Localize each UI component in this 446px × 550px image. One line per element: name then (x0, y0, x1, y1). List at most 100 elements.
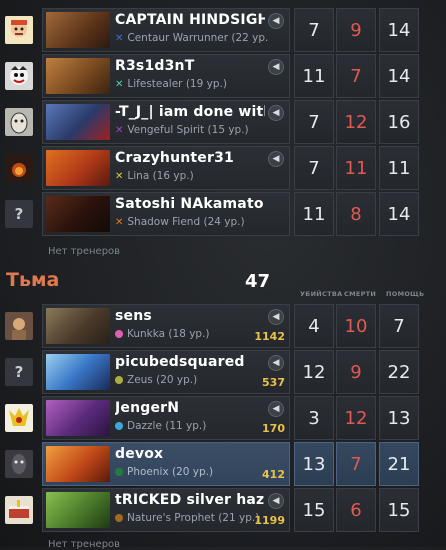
player-avatar[interactable] (5, 108, 33, 136)
player-avatar[interactable] (5, 496, 33, 524)
player-name[interactable]: Satoshi NAkamato (115, 196, 265, 212)
kills-cell: 7 (294, 146, 334, 190)
hero-portrait (46, 354, 110, 390)
top-team-player-row[interactable]: Crazyhunter31 ✕ Lina (16 ур.) ◀ 7 11 11 (0, 146, 446, 190)
assists-header: ПОМОЩЬ (386, 290, 425, 298)
player-card[interactable]: Satoshi NAkamato ✕ Shadow Fiend (24 ур.) (42, 192, 290, 236)
deaths-header: СМЕРТИ (344, 290, 377, 298)
speaker-icon[interactable]: ◀ (268, 355, 284, 371)
no-coaches-label: Нет тренеров (48, 246, 121, 257)
speaker-icon[interactable]: ◀ (268, 151, 284, 167)
top-team-player-row[interactable]: -T_J_| iam done with t ✕Vengeful Spirit … (0, 100, 446, 144)
player-name[interactable]: picubedsquared (115, 354, 265, 370)
player-name[interactable]: sens (115, 308, 265, 324)
hero-info: Dazzle (11 ур.) (115, 420, 206, 432)
player-card[interactable]: picubedsquared Zeus (20 ур.) ◀ 537 (42, 350, 290, 394)
gold-amount: 537 (262, 376, 285, 389)
kills-cell: 7 (294, 8, 334, 52)
player-name[interactable]: Crazyhunter31 (115, 150, 265, 166)
deaths-cell: 12 (336, 100, 376, 144)
hero-name: Shadow Fiend (24 ур.) (127, 216, 245, 228)
speaker-icon[interactable]: ◀ (268, 493, 284, 509)
player-card[interactable]: devox Phoenix (20 ур.) 412 (42, 442, 290, 486)
hero-name: Lifestealer (19 ур.) (127, 78, 227, 90)
hero-name: Phoenix (20 ур.) (127, 466, 214, 478)
bottom-team-player-row[interactable]: sens Kunkka (18 ур.) ◀ 1142 4 10 7 (0, 304, 446, 348)
team-color-icon: ✕ (115, 125, 124, 136)
hero-portrait (46, 150, 110, 186)
team-color-icon (115, 376, 123, 384)
assists-cell: 11 (379, 146, 419, 190)
hero-portrait (46, 12, 110, 48)
hero-info: ✕ Lifestealer (19 ур.) (115, 78, 227, 90)
bottom-team-player-row[interactable]: JengerN Dazzle (11 ур.) ◀ 170 3 12 13 (0, 396, 446, 440)
deaths-cell: 12 (336, 396, 376, 440)
player-avatar[interactable] (5, 154, 33, 182)
kills-cell: 4 (294, 304, 334, 348)
bottom-team-player-row[interactable]: tRICKED silver haze Nature's Prophet (21… (0, 488, 446, 532)
player-avatar[interactable] (5, 404, 33, 432)
bottom-team-player-row[interactable]: ? picubedsquared Zeus (20 ур.) ◀ 537 12 … (0, 350, 446, 394)
deaths-cell: 7 (336, 442, 376, 486)
hero-name: Vengeful Spirit (15 ур.) (127, 124, 249, 136)
speaker-icon[interactable]: ◀ (268, 309, 284, 325)
player-avatar[interactable] (5, 16, 33, 44)
team-color-icon (115, 422, 123, 430)
player-avatar[interactable] (5, 312, 33, 340)
player-name[interactable]: devox (115, 446, 265, 462)
top-team-player-row[interactable]: CAPTAIN HINDSIGHT ✕ Centaur Warrunner (22… (0, 8, 446, 52)
speaker-icon[interactable]: ◀ (268, 59, 284, 75)
player-name[interactable]: CAPTAIN HINDSIGHT (115, 12, 265, 28)
hero-name: Nature's Prophet (21 ур.) (127, 512, 260, 524)
hero-name: Lina (16 ур.) (127, 170, 194, 182)
assists-cell: 15 (379, 488, 419, 532)
team-color-icon (115, 468, 123, 476)
player-name[interactable]: -T_J_| iam done with t (115, 104, 265, 120)
player-card[interactable]: R3s1d3nT ✕ Lifestealer (19 ур.) ◀ (42, 54, 290, 98)
bottom-team-player-row-self[interactable]: devox Phoenix (20 ур.) 412 13 7 21 (0, 442, 446, 486)
kills-cell: 3 (294, 396, 334, 440)
team-color-icon: ✕ (115, 171, 124, 182)
hero-info: Zeus (20 ур.) (115, 374, 197, 386)
gold-amount: 1142 (254, 330, 285, 343)
gold-amount: 412 (262, 468, 285, 481)
player-card[interactable]: JengerN Dazzle (11 ур.) ◀ 170 (42, 396, 290, 440)
player-name[interactable]: R3s1d3nT (115, 58, 265, 74)
unknown-avatar[interactable]: ? (5, 358, 33, 386)
assists-cell: 13 (379, 396, 419, 440)
player-card[interactable]: -T_J_| iam done with t ✕Vengeful Spirit … (42, 100, 290, 144)
deaths-cell: 6 (336, 488, 376, 532)
speaker-icon[interactable]: ◀ (268, 105, 284, 121)
top-team-player-row[interactable]: R3s1d3nT ✕ Lifestealer (19 ур.) ◀ 11 7 14 (0, 54, 446, 98)
speaker-icon[interactable]: ◀ (268, 13, 284, 29)
kills-cell: 12 (294, 350, 334, 394)
deaths-cell: 7 (336, 54, 376, 98)
hero-portrait (46, 104, 110, 140)
hero-info: ✕ Centaur Warrunner (22 ур. (115, 32, 268, 44)
player-card[interactable]: CAPTAIN HINDSIGHT ✕ Centaur Warrunner (22… (42, 8, 290, 52)
assists-cell: 7 (379, 304, 419, 348)
hero-info: Nature's Prophet (21 ур.) (115, 512, 259, 524)
deaths-cell: 9 (336, 8, 376, 52)
player-avatar[interactable] (5, 62, 33, 90)
player-name[interactable]: tRICKED silver haze (115, 492, 265, 508)
player-avatar[interactable] (5, 450, 33, 478)
team-color-icon: ✕ (115, 33, 124, 44)
player-card[interactable]: Crazyhunter31 ✕ Lina (16 ур.) ◀ (42, 146, 290, 190)
team-color-icon: ✕ (115, 79, 124, 90)
player-card[interactable]: tRICKED silver haze Nature's Prophet (21… (42, 488, 290, 532)
kills-cell: 7 (294, 100, 334, 144)
unknown-avatar[interactable]: ? (5, 200, 33, 228)
speaker-icon[interactable]: ◀ (268, 401, 284, 417)
player-card[interactable]: sens Kunkka (18 ур.) ◀ 1142 (42, 304, 290, 348)
hero-portrait (46, 196, 110, 232)
player-name[interactable]: JengerN (115, 400, 265, 416)
hero-name: Zeus (20 ур.) (127, 374, 198, 386)
hero-info: Kunkka (18 ур.) (115, 328, 210, 340)
kills-cell: 15 (294, 488, 334, 532)
assists-cell: 14 (379, 8, 419, 52)
no-coaches-label: Нет тренеров (48, 539, 121, 550)
hero-info: ✕ Vengeful Spirit (15 ур.) (115, 124, 249, 136)
top-team-player-row[interactable]: ? Satoshi NAkamato ✕ Shadow Fiend (24 ур.… (0, 192, 446, 236)
hero-name: Centaur Warrunner (22 ур. (127, 32, 269, 44)
